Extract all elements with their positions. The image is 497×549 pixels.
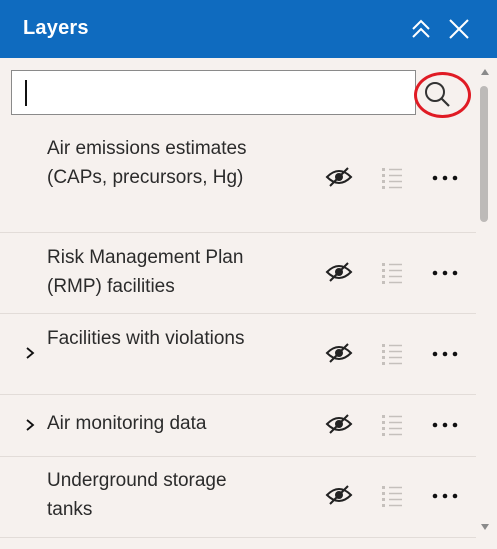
search-field[interactable] bbox=[11, 70, 416, 115]
text-cursor bbox=[25, 80, 27, 106]
panel-title: Layers bbox=[23, 17, 89, 39]
double-chevron-up-icon bbox=[412, 19, 430, 38]
legend-list-icon[interactable] bbox=[380, 166, 404, 190]
eye-off-icon[interactable] bbox=[325, 166, 353, 188]
layer-row-air-emissions[interactable]: Air emissions estimates (CAPs, precursor… bbox=[0, 124, 476, 233]
layer-label: Underground storage tanks bbox=[47, 470, 227, 520]
layer-label: Facilities with violations bbox=[47, 328, 245, 349]
more-options-icon[interactable] bbox=[430, 491, 460, 501]
legend-list-icon[interactable] bbox=[380, 413, 404, 437]
more-options-icon[interactable] bbox=[430, 420, 460, 430]
layer-row-underground-tanks[interactable]: Underground storage tanks bbox=[0, 457, 476, 538]
scroll-up-icon[interactable] bbox=[481, 69, 489, 75]
search-input[interactable] bbox=[12, 71, 415, 114]
layers-panel: Layers Air emissions estimates (CAPs, pr… bbox=[0, 0, 497, 549]
more-options-icon[interactable] bbox=[430, 349, 460, 359]
chevron-right-icon[interactable] bbox=[24, 418, 36, 432]
layer-label: Air monitoring data bbox=[47, 413, 207, 434]
more-options-icon[interactable] bbox=[430, 268, 460, 278]
more-options-icon[interactable] bbox=[430, 173, 460, 183]
scrollbar-thumb[interactable] bbox=[480, 86, 488, 222]
eye-off-icon[interactable] bbox=[325, 261, 353, 283]
legend-list-icon[interactable] bbox=[380, 342, 404, 366]
layer-row-facilities-violations[interactable]: Facilities with violations bbox=[0, 314, 476, 395]
layer-label: Air emissions estimates (CAPs, precursor… bbox=[47, 138, 247, 188]
legend-list-icon[interactable] bbox=[380, 484, 404, 508]
eye-off-icon[interactable] bbox=[325, 342, 353, 364]
scroll-down-icon[interactable] bbox=[481, 524, 489, 530]
search-icon bbox=[425, 82, 450, 107]
search-button[interactable] bbox=[420, 76, 456, 112]
legend-list-icon[interactable] bbox=[380, 261, 404, 285]
chevron-right-icon[interactable] bbox=[24, 346, 36, 360]
eye-off-icon[interactable] bbox=[325, 413, 353, 435]
layer-row-air-monitoring[interactable]: Air monitoring data bbox=[0, 395, 476, 457]
panel-header: Layers bbox=[0, 0, 497, 58]
close-button[interactable] bbox=[444, 14, 474, 44]
layer-label: Risk Management Plan (RMP) facilities bbox=[47, 247, 244, 297]
collapse-button[interactable] bbox=[406, 14, 436, 44]
layer-row-rmp-facilities[interactable]: Risk Management Plan (RMP) facilities bbox=[0, 233, 476, 314]
eye-off-icon[interactable] bbox=[325, 484, 353, 506]
close-icon bbox=[449, 19, 469, 39]
